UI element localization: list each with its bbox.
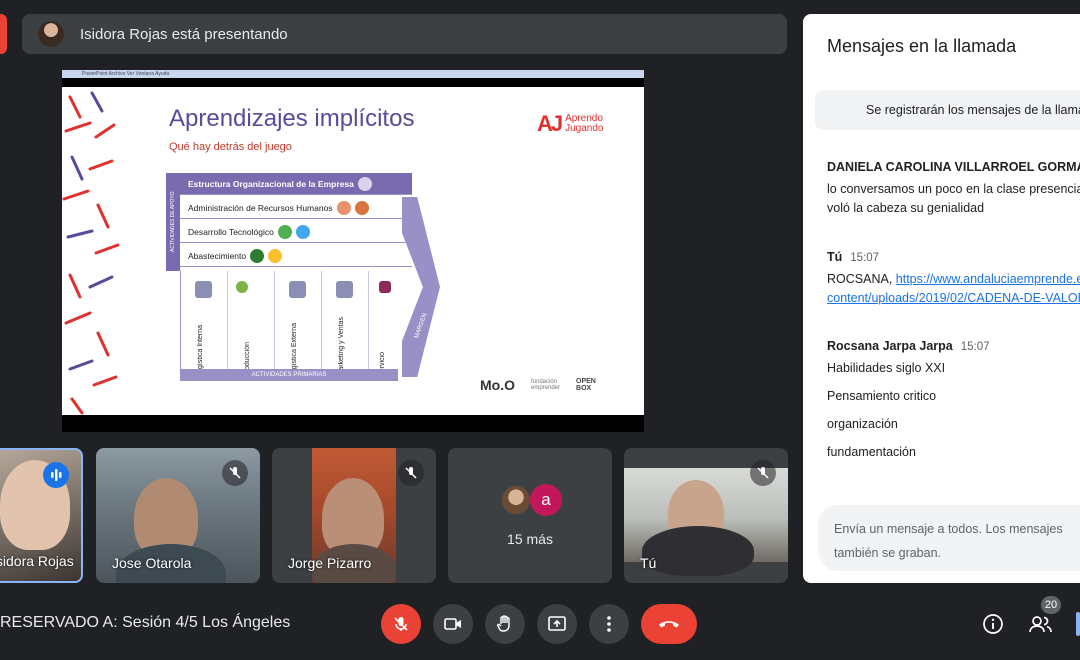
logo-line-2: Jugando [565, 123, 604, 134]
support-activities-label: ACTIVIDADES DE APOYO [166, 173, 180, 271]
primary-column: Marketing y Ventas [322, 271, 369, 381]
message-time: 15:07 [960, 341, 990, 353]
end-call-icon [659, 621, 679, 628]
chat-input[interactable]: Envía un mensaje a todos. Los mensajes t… [818, 505, 1080, 571]
fundacion-emprender-logo: fundación emprender [531, 379, 561, 391]
support-row: Abastecimiento [180, 245, 412, 267]
star-icon [336, 281, 353, 298]
more-options-button[interactable] [589, 604, 629, 644]
slide-subtitle: Qué hay detrás del juego [169, 141, 292, 153]
raise-hand-button[interactable] [485, 604, 525, 644]
primary-column: Logística Interna [181, 271, 228, 381]
primary-column: Servicio [369, 271, 401, 381]
primary-column: Producción [228, 271, 275, 381]
participant-name: Isidora Rojas [0, 553, 74, 569]
aprendo-jugando-logo: AJ Aprendo Jugando [537, 111, 604, 137]
helmet-icon [354, 200, 369, 215]
clock-icon [289, 281, 306, 298]
meeting-name: RESERVADO A: Sesión 4/5 Los Ángeles [0, 614, 291, 631]
presentation-slide: Aprendizajes implícitos Qué hay detrás d… [62, 87, 644, 415]
presenter-text: Isidora Rojas está presentando [80, 25, 288, 43]
presenter-avatar [38, 21, 64, 47]
support-row: Estructura Organizacional de la Empresa [180, 173, 412, 195]
meet-window: Isidora Rojas está presentando PowerPoin… [0, 0, 1080, 660]
chat-button-edge[interactable] [1076, 612, 1080, 636]
avatar: a [530, 484, 562, 516]
production-icon [236, 281, 248, 293]
raise-hand-icon [497, 615, 510, 632]
message-sender: DANIELA CAROLINA VILLARROEL GORMAZ [827, 160, 1080, 174]
participant-tile[interactable]: Isidora Rojas [0, 448, 83, 583]
chat-message: DANIELA CAROLINA VILLARROEL GORMAZ lo co… [827, 160, 1080, 215]
participant-name: Jorge Pizarro [288, 555, 372, 571]
meeting-info-button[interactable] [977, 608, 1009, 640]
chat-message: Rocsana Jarpa Jarpa 15:07 Habilidades sig… [827, 339, 990, 459]
info-icon [983, 614, 1003, 634]
participant-tile[interactable]: Jorge Pizarro [272, 448, 436, 583]
participant-name: Jose Otarola [112, 555, 192, 571]
decorative-stripes [62, 91, 120, 415]
openbox-logo: OPEN BOX [576, 378, 596, 392]
mic-off-icon [394, 617, 408, 631]
sponsor-logos: Mo.O fundación emprender OPEN BOX [480, 377, 596, 393]
present-button[interactable] [537, 604, 577, 644]
presenter-menu-bar: PowerPoint Archivo Ver Ventana Ayuda [62, 70, 644, 78]
present-icon [548, 616, 566, 631]
mic-off-icon [750, 460, 776, 486]
person-icon [357, 176, 372, 191]
primary-activities-label: ACTIVIDADES PRIMARIAS [180, 369, 398, 381]
more-icon [607, 616, 611, 632]
worker-icon [336, 200, 351, 215]
chat-recording-notice: Se registrarán los mensajes de la llamad… [815, 90, 1080, 130]
moo-logo: Mo.O [480, 377, 515, 393]
message-link[interactable]: https://www.andaluciaemprende.es/wp- [896, 272, 1080, 286]
recording-indicator [0, 14, 7, 54]
speaking-icon [43, 462, 69, 488]
participant-name: Tú [640, 555, 657, 571]
factory-icon [295, 224, 310, 239]
message-time: 15:07 [850, 252, 880, 264]
support-row: Administración de Recursos Humanos [180, 197, 412, 219]
self-tile[interactable]: Tú [624, 448, 788, 583]
participants-count-badge: 20 [1041, 596, 1061, 614]
primary-activities: Logística Interna Producción Logística E… [180, 271, 400, 381]
message-sender: Rocsana Jarpa Jarpa [827, 339, 953, 353]
camera-icon [444, 618, 461, 630]
end-call-button[interactable] [641, 604, 697, 644]
lightning-icon [268, 248, 283, 263]
logo-mark: AJ [537, 111, 563, 136]
clock-icon [195, 281, 212, 298]
mic-off-icon [222, 460, 248, 486]
chat-title: Mensajes en la llamada [827, 36, 1017, 56]
mic-toggle-button[interactable] [381, 604, 421, 644]
mic-off-icon [398, 460, 424, 486]
avatar [500, 484, 532, 516]
people-icon [1029, 616, 1052, 633]
box-icon [379, 281, 391, 293]
more-participants-tile[interactable]: a 15 más [448, 448, 612, 583]
slide-title: Aprendizajes implícitos [169, 105, 415, 132]
chat-message: Tú 15:07 ROCSANA, https://www.andaluciaem… [827, 250, 1080, 305]
message-link[interactable]: content/uploads/2019/02/CADENA-DE-VALOR.… [827, 291, 1080, 305]
presenter-banner: Isidora Rojas está presentando [22, 14, 787, 54]
support-row: Desarrollo Tecnológico [180, 221, 412, 243]
money-icon [250, 248, 265, 263]
shared-screen: PowerPoint Archivo Ver Ventana Ayuda Apr… [62, 70, 644, 432]
camera-toggle-button[interactable] [433, 604, 473, 644]
primary-column: Logística Externa [275, 271, 322, 381]
participant-tile[interactable]: Jose Otarola [96, 448, 260, 583]
message-sender: Tú [827, 250, 843, 264]
more-avatars: a [500, 484, 562, 516]
chat-panel: Mensajes en la llamada Se registrarán lo… [803, 14, 1080, 583]
power-icon [277, 224, 292, 239]
more-count: 15 más [507, 531, 553, 547]
